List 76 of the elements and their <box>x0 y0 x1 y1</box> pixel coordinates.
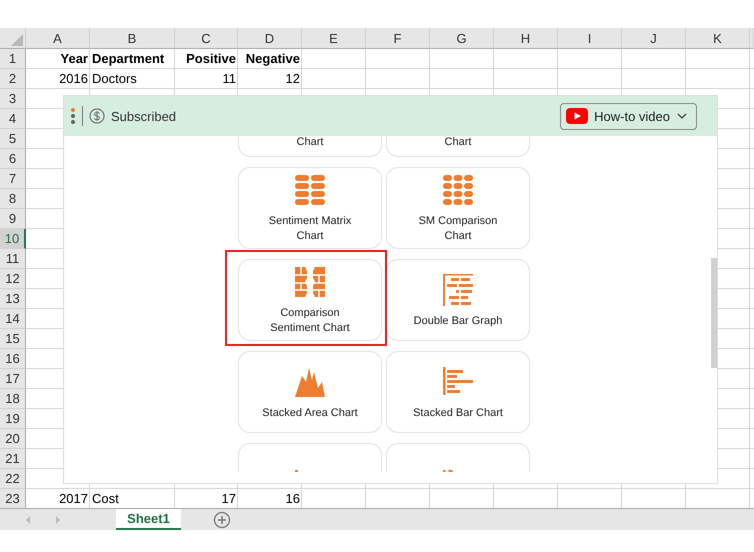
chart-type-label: Stacked Area Chart <box>262 406 358 420</box>
row-header[interactable]: 22 <box>0 469 26 489</box>
chart-type-card[interactable]: Stacked Area Chart <box>238 351 382 433</box>
how-to-video-button[interactable]: How-to video <box>560 102 697 130</box>
chart-type-label: Stacked Bar Chart <box>413 406 503 420</box>
row-header[interactable]: 18 <box>0 389 26 409</box>
row-header[interactable]: 23 <box>0 489 26 509</box>
row-header[interactable]: 13 <box>0 289 26 309</box>
chart-type-card[interactable]: Chart <box>386 136 530 157</box>
row-header[interactable]: 1 <box>0 49 26 69</box>
chart-type-card[interactable]: Chart <box>238 136 382 157</box>
bar-chart-icon <box>440 272 476 308</box>
column-header[interactable]: G <box>430 28 494 49</box>
chart-type-label: Double Bar Graph <box>414 314 502 328</box>
more-icon[interactable] <box>70 106 76 126</box>
triangle-icon <box>11 34 23 46</box>
row-header[interactable]: 9 <box>0 209 26 229</box>
row-header[interactable]: 16 <box>0 349 26 369</box>
row-header[interactable]: 7 <box>0 169 26 189</box>
table-cell[interactable]: 2016 <box>26 69 90 88</box>
column-header[interactable]: B <box>90 28 175 49</box>
chart-type-label: Chart <box>296 136 324 150</box>
row-header[interactable]: 5 <box>0 129 26 149</box>
add-sheet-icon[interactable] <box>213 510 231 528</box>
sheet-tab[interactable]: Sheet1 <box>116 509 181 530</box>
dollar-icon <box>89 108 105 124</box>
column-header[interactable]: F <box>366 28 430 49</box>
column-header[interactable]: A <box>26 28 90 49</box>
row-header[interactable]: 21 <box>0 449 26 469</box>
table-cell[interactable]: Positive <box>175 49 238 68</box>
row-header[interactable]: 14 <box>0 309 26 329</box>
row-header[interactable]: 3 <box>0 89 26 109</box>
table-cell[interactable]: Doctors <box>90 69 175 88</box>
table-cell[interactable]: 17 <box>175 489 238 508</box>
column-header[interactable]: D <box>238 28 302 49</box>
table-cell[interactable]: 2017 <box>26 489 90 508</box>
matrix-chart-icon <box>440 172 476 208</box>
row-header[interactable]: 10 <box>0 229 26 249</box>
chart-type-card[interactable]: Comparison Sentiment Chart <box>238 259 382 341</box>
row-header[interactable]: 12 <box>0 269 26 289</box>
comparison-chart-icon <box>292 264 328 300</box>
chart-type-label: SM Comparison Chart <box>418 214 498 244</box>
chart-type-label: Sentiment Matrix Chart <box>268 214 352 244</box>
subscription-status: Subscribed <box>111 108 178 124</box>
chart-type-label: Comparison Sentiment Chart <box>269 306 351 336</box>
chart-type-card[interactable]: Stacked Bar Chart <box>386 351 530 433</box>
chart-type-label: Chart <box>444 136 472 150</box>
table-cell[interactable]: 12 <box>238 69 302 88</box>
row-header[interactable]: 2 <box>0 69 26 89</box>
table-cell[interactable]: Cost <box>90 489 175 508</box>
chart-type-card[interactable]: Sentiment Matrix Chart <box>238 167 382 249</box>
column-header[interactable]: J <box>622 28 686 49</box>
table-cell[interactable]: 16 <box>238 489 302 508</box>
table-cell[interactable]: Department <box>90 49 175 68</box>
matrix-chart-icon <box>292 172 328 208</box>
video-play-icon <box>566 108 588 124</box>
row-header[interactable]: 8 <box>0 189 26 209</box>
row-header[interactable]: 19 <box>0 409 26 429</box>
row-header[interactable]: 17 <box>0 369 26 389</box>
column-header[interactable]: H <box>494 28 558 49</box>
column-header[interactable]: E <box>302 28 366 49</box>
row-header[interactable]: 4 <box>0 109 26 129</box>
scrollbar-thumb[interactable] <box>711 258 717 368</box>
column-header[interactable]: K <box>686 28 750 49</box>
table-cell[interactable]: Negative <box>238 49 302 68</box>
table-cell[interactable]: Year <box>26 49 90 68</box>
row-header[interactable]: 15 <box>0 329 26 349</box>
column-header[interactable]: I <box>558 28 622 49</box>
table-cell[interactable]: 11 <box>175 69 238 88</box>
column-header[interactable]: C <box>175 28 238 49</box>
row-header[interactable]: 20 <box>0 429 26 449</box>
row-header[interactable]: 6 <box>0 149 26 169</box>
chart-type-card[interactable]: Double Bar Graph <box>386 259 530 341</box>
select-all-corner[interactable] <box>0 28 26 49</box>
chart-type-card[interactable]: SM Comparison Chart <box>386 167 530 249</box>
row-header[interactable]: 11 <box>0 249 26 269</box>
